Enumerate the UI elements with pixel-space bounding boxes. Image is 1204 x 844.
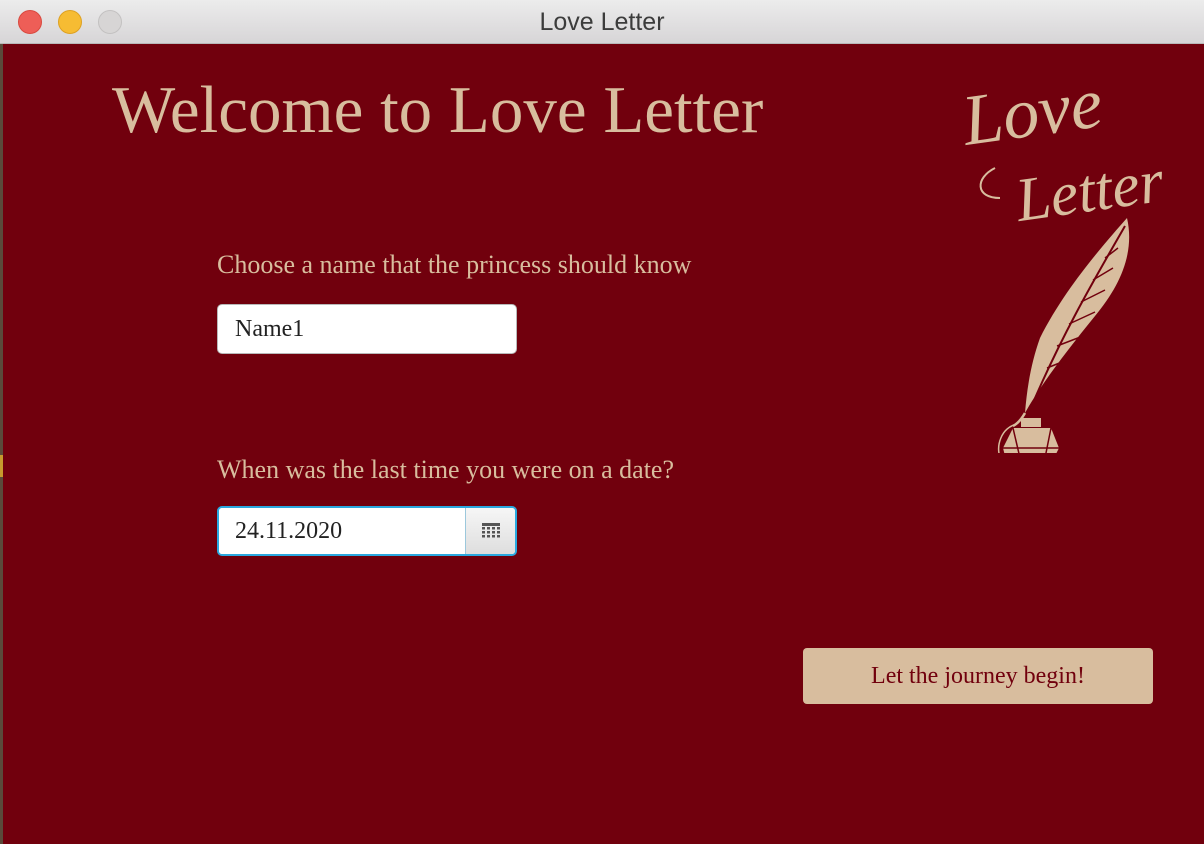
last-date-input[interactable] (219, 508, 465, 554)
window-title: Love Letter (539, 8, 665, 36)
calendar-button[interactable] (465, 508, 515, 554)
logo-letter-text: Letter (1011, 147, 1169, 235)
last-date-label: When was the last time you were on a dat… (217, 455, 674, 484)
logo-love-text: Love (956, 62, 1107, 161)
app-window: Love Letter Welcome to Love Letter Choos… (0, 0, 1204, 844)
calendar-icon (481, 523, 500, 538)
page-title: Welcome to Love Letter (112, 73, 764, 147)
title-bar[interactable]: Love Letter (0, 0, 1204, 44)
quill-and-inkwell-icon (997, 218, 1130, 453)
start-journey-button[interactable]: Let the journey begin! (803, 648, 1153, 704)
logo-flourish (979, 167, 1001, 199)
name-label: Choose a name that the princess should k… (217, 250, 692, 279)
love-letter-logo: Love Letter (956, 62, 1169, 453)
name-input[interactable] (217, 304, 517, 354)
last-date-picker[interactable] (217, 506, 517, 556)
